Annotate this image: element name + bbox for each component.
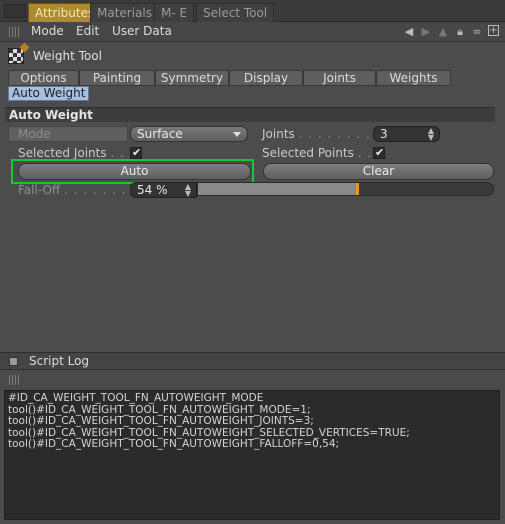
- section-header: Auto Weight: [5, 107, 495, 122]
- clear-button[interactable]: Clear: [263, 163, 494, 180]
- log-line: tool()#ID_CA_WEIGHT_TOOL_FN_AUTOWEIGHT_F…: [8, 439, 340, 450]
- panel-grip-icon[interactable]: [4, 4, 26, 18]
- joints-input[interactable]: 3 ▲ ▼: [373, 126, 440, 142]
- falloff-value: 54 %: [137, 183, 168, 197]
- log-line: tool()#ID_CA_WEIGHT_TOOL_FN_AUTOWEIGHT_M…: [8, 404, 311, 416]
- script-log-toolbar: [0, 370, 505, 390]
- menu-user-data[interactable]: User Data: [112, 24, 172, 38]
- selected-joints-label: Selected Joints . . .: [18, 146, 135, 160]
- selected-points-checkbox[interactable]: [373, 146, 385, 159]
- falloff-slider-fill: [198, 183, 357, 195]
- new-panel-icon[interactable]: +: [488, 25, 499, 36]
- falloff-slider[interactable]: [197, 182, 494, 196]
- mode-label: Mode: [18, 127, 51, 141]
- subtab-options[interactable]: Options: [8, 70, 79, 86]
- subtab-auto-weight[interactable]: Auto Weight: [8, 86, 90, 101]
- link-icon[interactable]: ∞: [471, 25, 483, 39]
- section-title: Auto Weight: [9, 108, 93, 122]
- chevron-down-icon: [233, 132, 241, 137]
- menu-bar: Mode Edit User Data ◀ ▶ ▲ 🔒︎ ∞ +: [0, 22, 505, 42]
- subtab-symmetry[interactable]: Symmetry: [155, 70, 229, 86]
- mode-select[interactable]: Surface: [130, 126, 248, 142]
- spinner-arrows-icon[interactable]: ▲ ▼: [428, 127, 434, 142]
- grip-icon[interactable]: [9, 375, 21, 385]
- spinner-arrows-icon[interactable]: ▲ ▼: [185, 183, 191, 198]
- script-log-output[interactable]: #ID_CA_WEIGHT_TOOL_FN_AUTOWEIGHT_MODE to…: [4, 390, 500, 520]
- lock-icon[interactable]: 🔒︎: [454, 25, 466, 39]
- falloff-input[interactable]: 54 % ▲ ▼: [130, 182, 197, 198]
- selected-joints-checkbox[interactable]: [130, 146, 142, 159]
- subtab-weights[interactable]: Weights: [376, 70, 451, 86]
- nav-icons: ◀ ▶ ▲ 🔒︎ ∞ +: [403, 25, 499, 39]
- log-line: tool()#ID_CA_WEIGHT_TOOL_FN_AUTOWEIGHT_J…: [8, 416, 314, 427]
- subtab-painting[interactable]: Painting: [79, 70, 155, 86]
- falloff-slider-handle[interactable]: [356, 183, 359, 195]
- selected-points-label: Selected Points . .: [262, 146, 373, 160]
- grip-icon[interactable]: [9, 27, 21, 37]
- tool-title: Weight Tool: [33, 49, 102, 63]
- auto-button[interactable]: Auto: [18, 163, 251, 180]
- menu-mode[interactable]: Mode: [31, 24, 64, 38]
- tab-materials[interactable]: Materials: [90, 3, 160, 22]
- mode-value: Surface: [137, 127, 183, 141]
- arrow-left-icon[interactable]: ◀: [403, 25, 415, 39]
- subtab-joints[interactable]: Joints: [303, 70, 376, 86]
- menu-edit[interactable]: Edit: [76, 24, 99, 38]
- falloff-label: Fall-Off . . . . . . . . .: [18, 183, 146, 197]
- tab-m-e[interactable]: M- E: [154, 3, 195, 22]
- log-line: #ID_CA_WEIGHT_TOOL_FN_AUTOWEIGHT_MODE: [8, 393, 264, 404]
- weight-tool-icon: [8, 48, 24, 64]
- joints-value: 3: [380, 127, 388, 141]
- tab-select-tool[interactable]: Select Tool: [196, 3, 275, 22]
- subtab-display[interactable]: Display: [229, 70, 303, 86]
- script-log-header: Script Log: [0, 352, 505, 370]
- collapse-icon[interactable]: [9, 357, 18, 366]
- arrow-right-icon[interactable]: ▶: [420, 25, 432, 39]
- script-log-title: Script Log: [29, 354, 90, 368]
- up-arrow-icon[interactable]: ▲: [437, 25, 449, 39]
- top-tab-bar: Attributes Materials M- E Select Tool: [0, 0, 505, 22]
- log-line: tool()#ID_CA_WEIGHT_TOOL_FN_AUTOWEIGHT_S…: [8, 427, 410, 439]
